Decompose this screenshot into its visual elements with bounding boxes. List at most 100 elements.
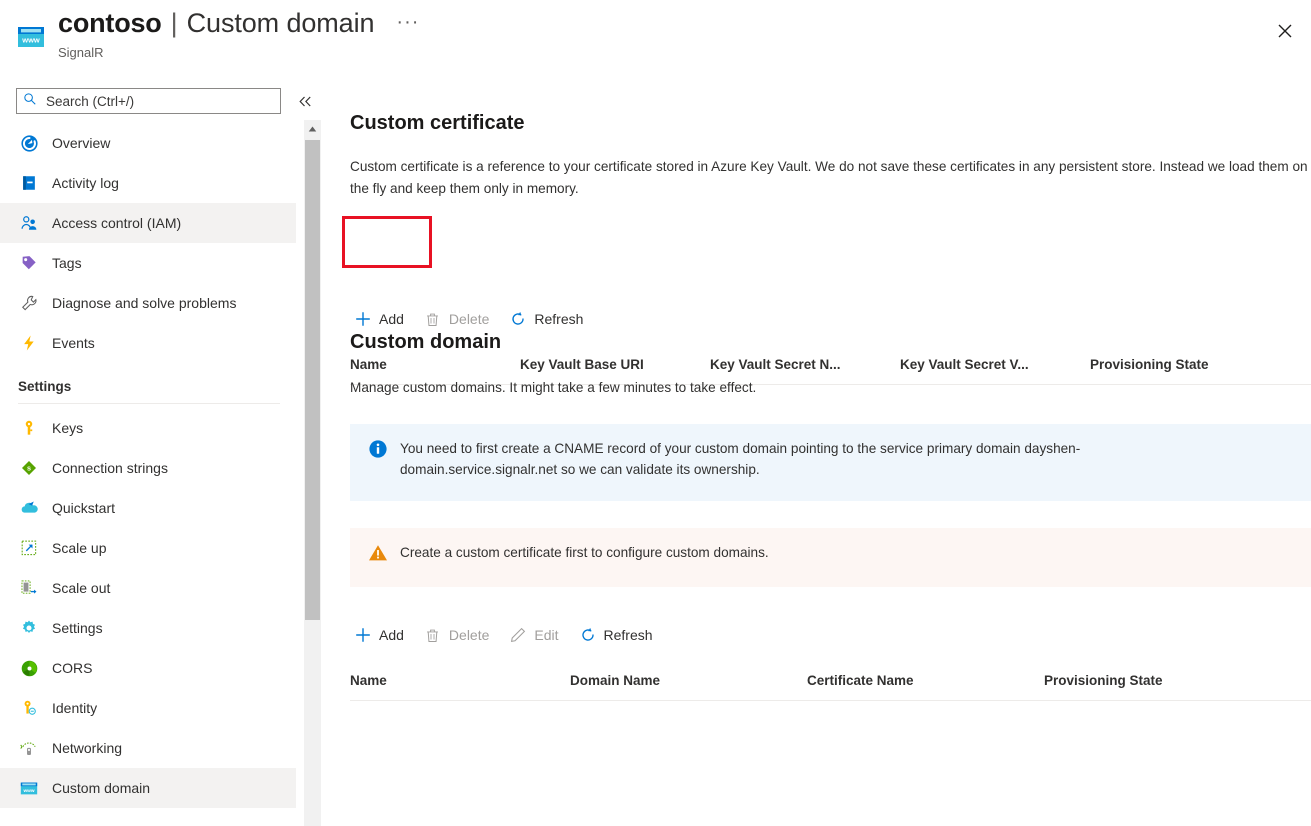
nav-items-list: Overview Activity log	[0, 123, 296, 826]
more-options-button[interactable]: ···	[396, 4, 419, 40]
nav-group-settings: Settings	[0, 379, 296, 404]
sidebar-item-cors[interactable]: CORS	[0, 648, 296, 688]
svg-text:www: www	[21, 36, 40, 45]
sidebar-item-label: Overview	[52, 135, 110, 151]
sidebar-item-label: Scale up	[52, 540, 106, 556]
command-label: Refresh	[534, 311, 583, 327]
sidebar-item-settings[interactable]: Settings	[0, 608, 296, 648]
column-header[interactable]: Name	[350, 673, 570, 688]
resource-name: contoso	[58, 5, 162, 41]
sidebar-item-keys[interactable]: Keys	[0, 408, 296, 448]
nav-group-title: Settings	[18, 379, 280, 394]
nav-content-divider	[322, 78, 323, 826]
certificate-warning-banner: Create a custom certificate first to con…	[350, 528, 1311, 587]
custom-domain-www-icon: www	[18, 777, 40, 799]
column-header[interactable]: Key Vault Secret V...	[900, 357, 1090, 372]
table-header-divider	[350, 700, 1311, 701]
sidebar-item-label: Quickstart	[52, 500, 115, 516]
sidebar-item-label: Tags	[52, 255, 82, 271]
nav-scrollbar-thumb[interactable]	[305, 140, 320, 620]
column-header[interactable]: Certificate Name	[807, 673, 1044, 688]
warning-icon	[368, 543, 388, 563]
domain-add-button[interactable]: Add	[344, 618, 414, 652]
sidebar-item-diagnose[interactable]: Diagnose and solve problems	[0, 283, 296, 323]
sidebar-item-connection-strings[interactable]: s Connection strings	[0, 448, 296, 488]
sidebar-item-label: CORS	[52, 660, 92, 676]
identity-key-icon	[18, 697, 40, 719]
add-button-highlight	[342, 216, 432, 268]
custom-certificate-description: Custom certificate is a reference to you…	[350, 156, 1311, 200]
custom-domain-blade: www contoso | Custom domain ··· SignalR	[0, 0, 1311, 826]
search-container	[16, 88, 281, 114]
wrench-icon	[18, 292, 40, 314]
search-icon	[23, 92, 37, 111]
nav-group-divider	[18, 403, 280, 404]
search-input[interactable]	[44, 93, 264, 110]
sidebar-item-events[interactable]: Events	[0, 323, 296, 363]
scale-out-icon	[18, 577, 40, 599]
events-lightning-icon	[18, 332, 40, 354]
warning-banner-text: Create a custom certificate first to con…	[400, 542, 769, 563]
column-header[interactable]: Key Vault Base URI	[520, 357, 710, 372]
column-header[interactable]: Provisioning State	[1044, 673, 1244, 688]
sidebar-item-label: Networking	[52, 740, 122, 756]
svg-text:s: s	[27, 464, 31, 473]
sidebar-item-custom-domain[interactable]: www Custom domain	[0, 768, 296, 808]
collapse-nav-button[interactable]	[294, 90, 316, 112]
sidebar-item-label: Custom domain	[52, 780, 150, 796]
sidebar-item-label: Scale out	[52, 580, 110, 596]
sidebar-item-tags[interactable]: Tags	[0, 243, 296, 283]
sidebar-item-scale-out[interactable]: Scale out	[0, 568, 296, 608]
command-label: Refresh	[604, 627, 653, 643]
info-banner-text: You need to first create a CNAME record …	[400, 438, 1190, 480]
blade-header: www contoso | Custom domain ··· SignalR	[0, 0, 1311, 78]
resource-type-label: SignalR	[58, 45, 104, 60]
overview-icon	[18, 132, 40, 154]
blade-title-row: contoso | Custom domain ···	[58, 5, 419, 44]
plus-icon	[354, 626, 372, 644]
scroll-up-arrow-icon[interactable]	[304, 120, 321, 137]
column-header[interactable]: Name	[350, 357, 520, 372]
sidebar-item-quickstart[interactable]: Quickstart	[0, 488, 296, 528]
sidebar-item-label: Diagnose and solve problems	[52, 295, 236, 311]
settings-gear-icon	[18, 617, 40, 639]
trash-icon	[424, 310, 442, 328]
sidebar-item-access-control[interactable]: Access control (IAM)	[0, 203, 296, 243]
column-header[interactable]: Key Vault Secret N...	[710, 357, 900, 372]
sidebar-item-label: Settings	[52, 620, 103, 636]
pencil-icon	[509, 626, 527, 644]
search-box[interactable]	[16, 88, 281, 114]
table-header-row: Name Key Vault Base URI Key Vault Secret…	[350, 350, 1311, 378]
column-header[interactable]: Domain Name	[570, 673, 807, 688]
sidebar-item-label: Keys	[52, 420, 83, 436]
sidebar-item-scale-up[interactable]: Scale up	[0, 528, 296, 568]
sidebar-item-overview[interactable]: Overview	[0, 123, 296, 163]
activity-log-icon	[18, 172, 40, 194]
info-icon	[368, 439, 388, 459]
refresh-icon	[579, 626, 597, 644]
quickstart-cloud-icon	[18, 497, 40, 519]
cors-icon	[18, 657, 40, 679]
command-label: Edit	[534, 627, 558, 643]
sidebar-item-networking[interactable]: Networking	[0, 728, 296, 768]
command-label: Add	[379, 311, 404, 327]
table-header-row: Name Domain Name Certificate Name Provis…	[350, 666, 1311, 694]
certificate-refresh-button[interactable]: Refresh	[499, 302, 593, 336]
close-button[interactable]	[1267, 14, 1303, 48]
domain-table: Name Domain Name Certificate Name Provis…	[350, 666, 1311, 701]
domain-command-bar: Add Delete Edit	[344, 618, 663, 652]
sidebar-item-label: Identity	[52, 700, 97, 716]
trash-icon	[424, 626, 442, 644]
connection-strings-icon: s	[18, 457, 40, 479]
access-control-icon	[18, 212, 40, 234]
sidebar-item-label: Connection strings	[52, 460, 168, 476]
svg-text:www: www	[22, 789, 34, 794]
sidebar-item-label: Access control (IAM)	[52, 215, 181, 231]
custom-certificate-heading: Custom certificate	[350, 112, 525, 135]
nav-scrollbar[interactable]	[304, 120, 321, 826]
sidebar-item-identity[interactable]: Identity	[0, 688, 296, 728]
sidebar-item-activity-log[interactable]: Activity log	[0, 163, 296, 203]
title-separator: |	[171, 5, 178, 41]
column-header[interactable]: Provisioning State	[1090, 357, 1270, 372]
domain-refresh-button[interactable]: Refresh	[569, 618, 663, 652]
